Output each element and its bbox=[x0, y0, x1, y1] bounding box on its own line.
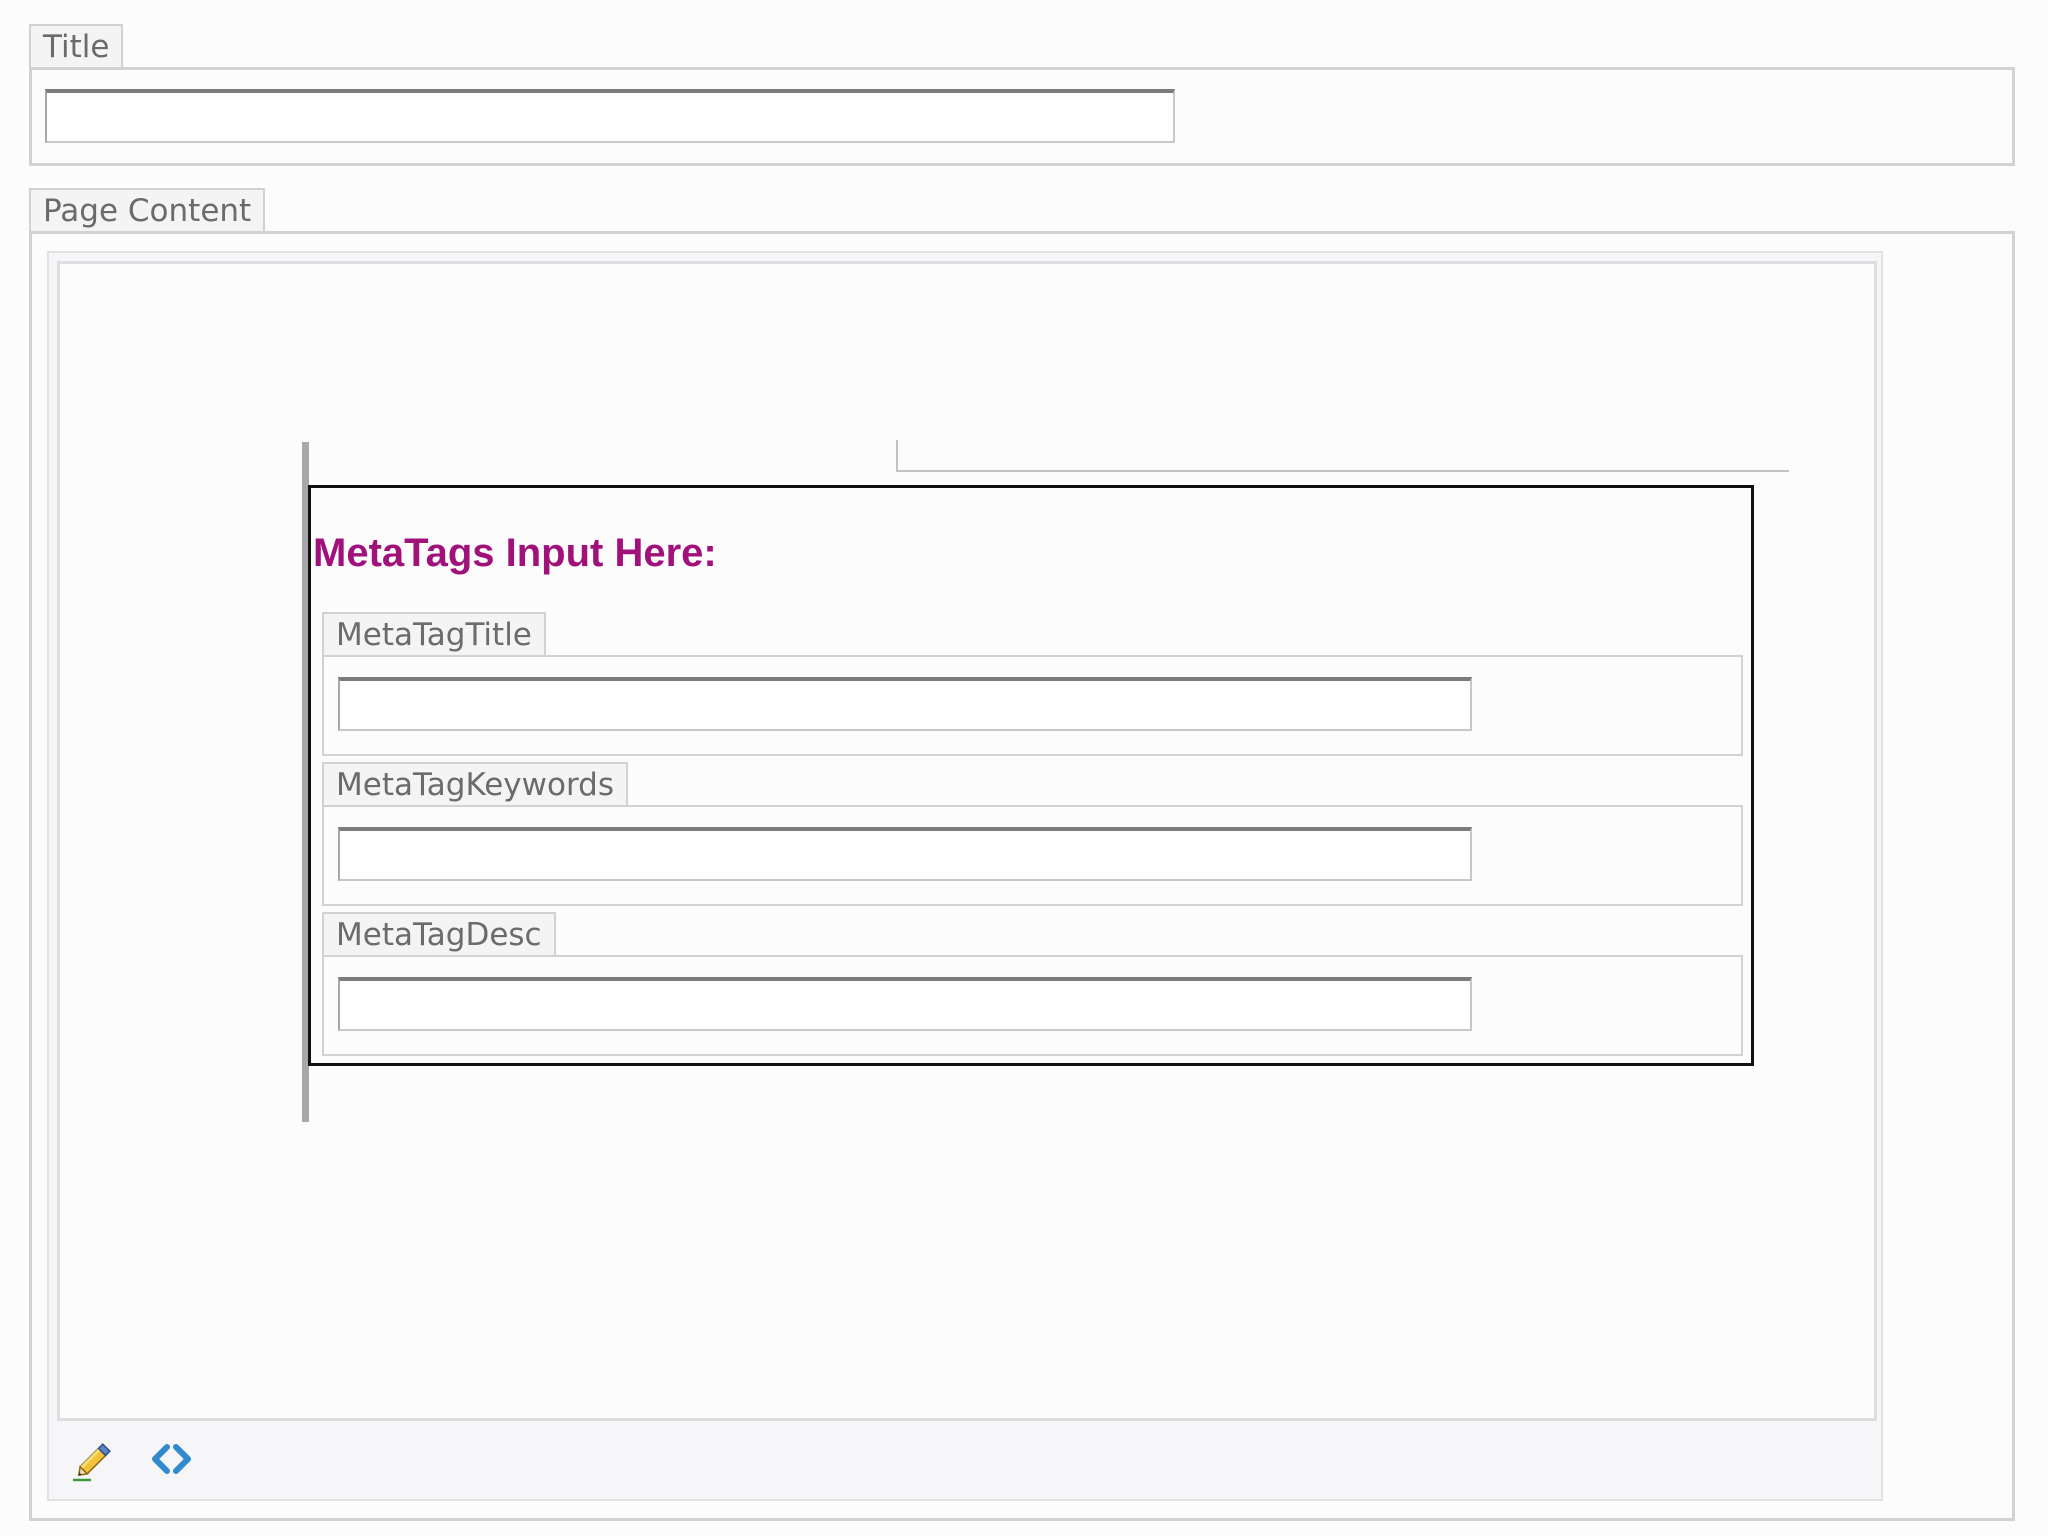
title-field-label: Title bbox=[43, 29, 110, 65]
metatags-snippet: MetaTags Input Here: MetaTagTitle MetaTa… bbox=[308, 485, 1754, 1066]
snippet-divider-line bbox=[896, 470, 1789, 472]
metatag-keywords-label: MetaTagKeywords bbox=[336, 767, 615, 803]
metatag-keywords-panel bbox=[322, 805, 1743, 906]
editor-content-area[interactable]: MetaTags Input Here: MetaTagTitle MetaTa… bbox=[57, 261, 1877, 1421]
metatag-desc-label-tab: MetaTagDesc bbox=[322, 912, 556, 956]
metatag-desc-input[interactable] bbox=[338, 977, 1472, 1031]
title-input[interactable] bbox=[45, 89, 1175, 143]
metatag-desc-panel bbox=[322, 955, 1743, 1056]
html-code-icon bbox=[152, 1444, 191, 1474]
title-field-label-tab: Title bbox=[29, 24, 124, 69]
editor-mode-toolbar bbox=[49, 1421, 1881, 1501]
design-mode-button[interactable] bbox=[71, 1435, 119, 1483]
title-field-panel bbox=[29, 67, 2015, 166]
metatag-keywords-label-tab: MetaTagKeywords bbox=[322, 762, 629, 806]
page-content-label: Page Content bbox=[43, 193, 252, 229]
metatag-title-panel bbox=[322, 655, 1743, 756]
pencil-icon bbox=[73, 1443, 111, 1482]
page-content-label-tab: Page Content bbox=[29, 188, 266, 233]
metatags-heading: MetaTags Input Here: bbox=[313, 531, 717, 575]
snippet-divider-tick bbox=[896, 440, 898, 472]
metatag-keywords-input[interactable] bbox=[338, 827, 1472, 881]
metatag-desc-label: MetaTagDesc bbox=[336, 917, 542, 953]
metatag-title-input[interactable] bbox=[338, 677, 1472, 731]
page-content-panel: MetaTags Input Here: MetaTagTitle MetaTa… bbox=[29, 231, 2015, 1521]
rich-text-editor: MetaTags Input Here: MetaTagTitle MetaTa… bbox=[47, 251, 1883, 1501]
metatag-title-label: MetaTagTitle bbox=[336, 617, 532, 653]
metatag-title-label-tab: MetaTagTitle bbox=[322, 612, 546, 656]
html-mode-button[interactable] bbox=[147, 1435, 195, 1483]
